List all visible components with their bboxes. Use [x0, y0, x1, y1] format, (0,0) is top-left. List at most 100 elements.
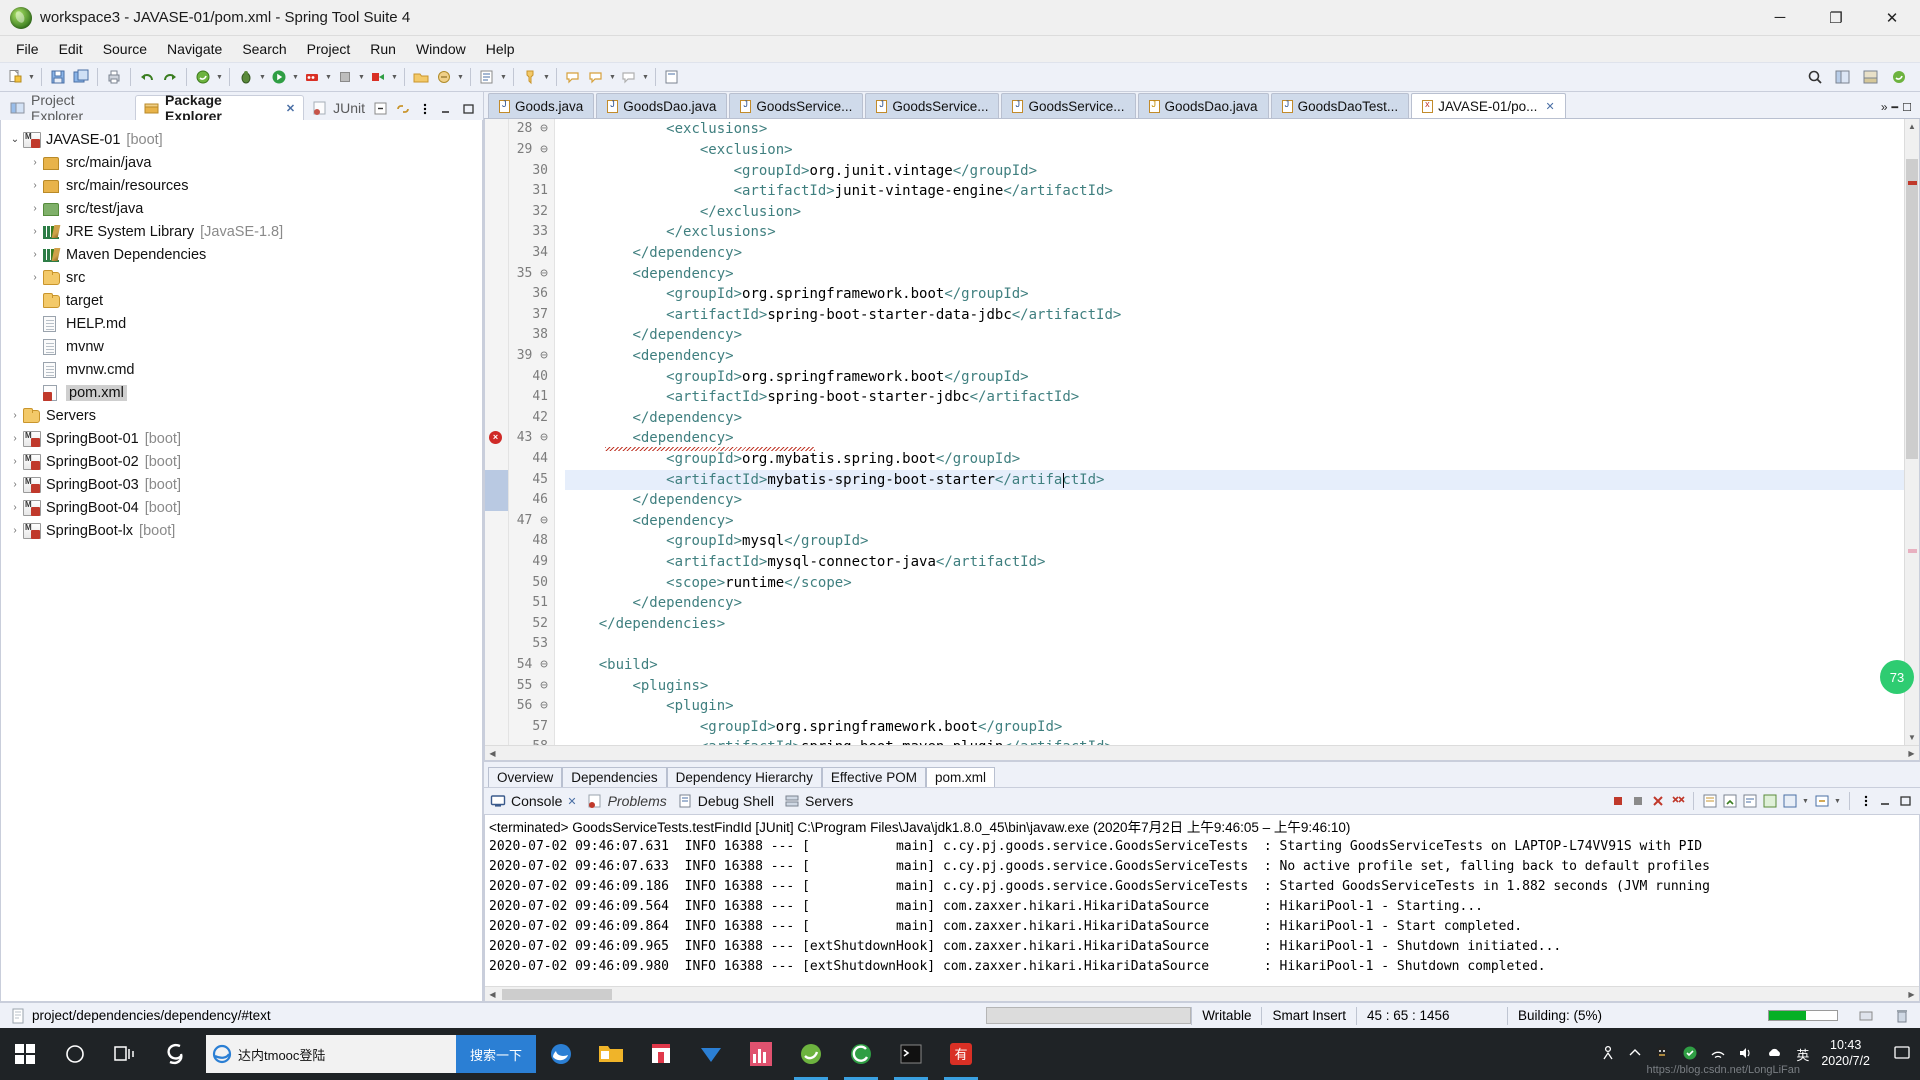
charts-app-icon[interactable] [736, 1028, 786, 1080]
console-view-menu-icon[interactable] [1857, 793, 1874, 810]
link-with-editor-icon[interactable] [395, 101, 411, 117]
chevron-right-icon[interactable]: › [27, 226, 43, 237]
chevron-right-icon[interactable]: › [27, 203, 43, 214]
overview-occurrence-marker[interactable] [1908, 549, 1917, 554]
code-line[interactable]: <artifactId>spring-boot-starter-data-jdb… [565, 305, 1904, 326]
perspective-java-icon[interactable] [1832, 66, 1854, 88]
external-tools-dropdown-icon[interactable]: ▼ [390, 67, 399, 87]
view-tab-package-explorer[interactable]: Package Explorer ✕ [135, 92, 305, 124]
network-icon[interactable] [1710, 1046, 1726, 1063]
pin-console-icon[interactable] [1761, 793, 1778, 810]
maximize-button[interactable]: ❐ [1808, 0, 1864, 36]
editor-tab[interactable]: Goods.java [488, 93, 595, 119]
chevron-right-icon[interactable]: › [7, 410, 23, 421]
view-menu-icon[interactable] [417, 101, 433, 117]
maximize-console-icon[interactable] [1897, 793, 1914, 810]
redo-icon[interactable] [159, 66, 181, 88]
chevron-right-icon[interactable]: › [7, 525, 23, 536]
console-dropdown-icon[interactable]: ▼ [1801, 791, 1810, 811]
status-input-field[interactable] [986, 1007, 1192, 1024]
cortana-circle-icon[interactable] [50, 1028, 100, 1080]
windows-start-icon[interactable] [0, 1028, 50, 1080]
tree-item[interactable]: mvnw.cmd [1, 358, 482, 381]
next-annotation-icon[interactable] [585, 66, 607, 88]
console-scroll-thumb[interactable] [502, 988, 612, 1000]
editor-scroll-thumb[interactable] [1906, 159, 1918, 460]
run-history-icon[interactable] [301, 66, 323, 88]
tree-item[interactable]: pom.xml [1, 381, 482, 404]
code-line[interactable]: </dependency> [565, 325, 1904, 346]
editor-tabs-overflow[interactable]: » ━ ☐ [1881, 100, 1920, 118]
boot-dropdown-icon[interactable]: ▼ [215, 67, 224, 87]
package-explorer-tree[interactable]: ⌄ JAVASE-01 [boot] › src/main/java › src/main/… [0, 120, 483, 1002]
save-all-icon[interactable] [70, 66, 92, 88]
remove-all-terminated-icon[interactable] [1669, 793, 1686, 810]
run-icon[interactable] [268, 66, 290, 88]
form-tab[interactable]: pom.xml [925, 767, 995, 787]
tree-item[interactable]: › src [1, 266, 482, 289]
menu-search[interactable]: Search [232, 39, 296, 59]
edge-icon[interactable] [536, 1028, 586, 1080]
editor-tab[interactable]: GoodsService... [865, 93, 1000, 119]
tree-item[interactable]: HELP.md [1, 312, 482, 335]
chevron-right-icon[interactable]: › [7, 502, 23, 513]
back-forward-icon[interactable] [661, 66, 683, 88]
chevron-right-icon[interactable]: › [27, 272, 43, 283]
code-line[interactable]: <artifactId>spring-boot-starter-jdbc</ar… [565, 387, 1904, 408]
scroll-lock-icon[interactable] [1721, 793, 1738, 810]
onedrive-icon[interactable] [686, 1028, 736, 1080]
code-line[interactable]: <artifactId>mysql-connector-java</artifa… [565, 552, 1904, 573]
code-line[interactable]: <build> [565, 655, 1904, 676]
open-type-icon[interactable] [476, 66, 498, 88]
console-horizontal-scrollbar[interactable]: ◀ ▶ [485, 986, 1919, 1001]
tab-problems[interactable]: Problems [587, 793, 667, 809]
code-line[interactable]: <dependency> [565, 511, 1904, 532]
editor-text[interactable]: <exclusions> <exclusion> <groupId>org.ju… [555, 119, 1904, 745]
editor-tab[interactable]: GoodsDao.java [1137, 93, 1269, 119]
code-line[interactable]: <groupId>org.springframework.boot</group… [565, 367, 1904, 388]
code-line[interactable]: <groupId>org.junit.vintage</groupId> [565, 161, 1904, 182]
tree-item[interactable]: mvnw [1, 335, 482, 358]
code-line[interactable]: <exclusion> [565, 140, 1904, 161]
360-browser-icon[interactable] [836, 1028, 886, 1080]
terminate-all-icon[interactable] [1609, 793, 1626, 810]
tree-item[interactable]: › SpringBoot-04 [boot] [1, 496, 482, 519]
form-tab[interactable]: Dependency Hierarchy [666, 767, 822, 787]
menu-file[interactable]: File [6, 39, 49, 59]
shield-icon[interactable] [1682, 1045, 1698, 1064]
code-line[interactable]: <artifactId>mybatis-spring-boot-starter<… [565, 469, 1904, 491]
close-icon[interactable]: ✕ [286, 102, 295, 115]
view-tab-junit[interactable]: JUnit [304, 95, 373, 120]
stop-icon[interactable] [334, 66, 356, 88]
chevron-right-icon[interactable]: › [27, 180, 43, 191]
error-icon[interactable]: × [489, 431, 502, 445]
qq-icon[interactable] [1654, 1045, 1670, 1064]
youdao-icon[interactable]: 有 [936, 1028, 986, 1080]
form-tab[interactable]: Effective POM [821, 767, 926, 787]
debug-dropdown-icon[interactable]: ▼ [258, 67, 267, 87]
minimize-view-icon[interactable] [439, 101, 455, 117]
console-scroll-right-icon[interactable]: ▶ [1904, 990, 1919, 999]
file-explorer-icon[interactable] [586, 1028, 636, 1080]
menu-navigate[interactable]: Navigate [157, 39, 232, 59]
open-console-dropdown-icon[interactable]: ▼ [1833, 791, 1842, 811]
code-line[interactable]: </dependency> [565, 490, 1904, 511]
editor-tab[interactable]: JAVASE-01/po... ✕ [1411, 93, 1566, 119]
clear-console-icon[interactable] [1701, 793, 1718, 810]
chevron-right-icon[interactable]: › [7, 479, 23, 490]
ime-en-icon[interactable]: 英 [1796, 1045, 1809, 1064]
minimize-button[interactable]: ─ [1752, 0, 1808, 36]
prev-annotation-icon[interactable] [562, 66, 584, 88]
menu-run[interactable]: Run [360, 39, 406, 59]
scroll-left-icon[interactable]: ◀ [485, 749, 500, 758]
display-selected-console-icon[interactable] [1781, 793, 1798, 810]
action-center-icon[interactable] [1894, 1045, 1910, 1063]
tree-item[interactable]: › JRE System Library [JavaSE-1.8] [1, 220, 482, 243]
editor-tab[interactable]: GoodsService... [1001, 93, 1136, 119]
tree-item[interactable]: › Servers [1, 404, 482, 427]
chevron-right-icon[interactable]: › [27, 157, 43, 168]
code-line[interactable]: <plugin> [565, 696, 1904, 717]
code-line[interactable]: <dependency> [565, 428, 1904, 451]
editor-tab[interactable]: GoodsDao.java [596, 93, 728, 119]
chevron-down-icon[interactable]: ⌄ [7, 134, 23, 145]
